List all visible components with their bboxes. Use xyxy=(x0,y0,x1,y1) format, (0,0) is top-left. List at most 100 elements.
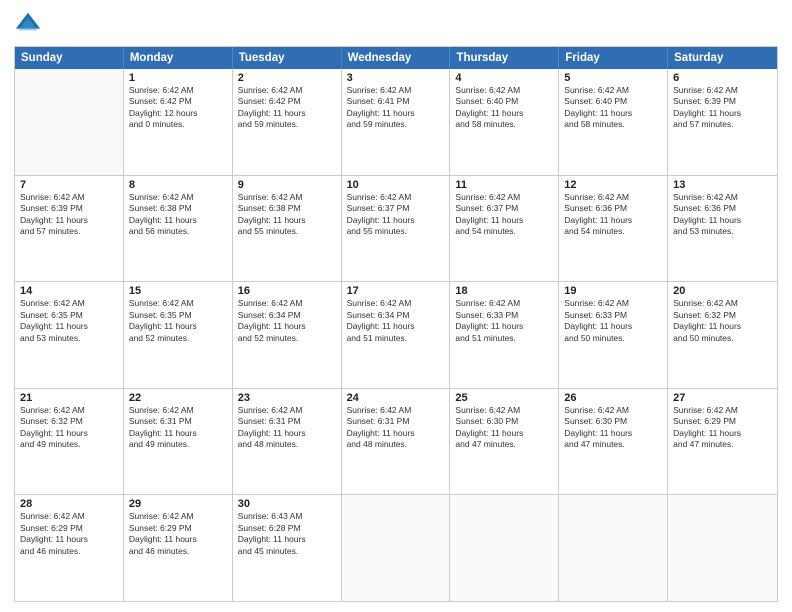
calendar-day-cell: 18Sunrise: 6:42 AM Sunset: 6:33 PM Dayli… xyxy=(450,282,559,388)
day-number: 16 xyxy=(238,285,336,297)
day-number: 26 xyxy=(564,392,662,404)
day-info: Sunrise: 6:42 AM Sunset: 6:40 PM Dayligh… xyxy=(564,85,662,131)
calendar-row: 1Sunrise: 6:42 AM Sunset: 6:42 PM Daylig… xyxy=(15,69,777,176)
day-number: 12 xyxy=(564,179,662,191)
day-number: 9 xyxy=(238,179,336,191)
day-info: Sunrise: 6:42 AM Sunset: 6:33 PM Dayligh… xyxy=(564,298,662,344)
day-info: Sunrise: 6:42 AM Sunset: 6:37 PM Dayligh… xyxy=(347,192,445,238)
calendar-empty-cell xyxy=(450,495,559,601)
calendar-day-cell: 27Sunrise: 6:42 AM Sunset: 6:29 PM Dayli… xyxy=(668,389,777,495)
day-number: 13 xyxy=(673,179,772,191)
day-info: Sunrise: 6:42 AM Sunset: 6:29 PM Dayligh… xyxy=(129,511,227,557)
day-number: 24 xyxy=(347,392,445,404)
calendar-day-cell: 6Sunrise: 6:42 AM Sunset: 6:39 PM Daylig… xyxy=(668,69,777,175)
day-info: Sunrise: 6:42 AM Sunset: 6:42 PM Dayligh… xyxy=(129,85,227,131)
day-number: 10 xyxy=(347,179,445,191)
calendar-day-cell: 23Sunrise: 6:42 AM Sunset: 6:31 PM Dayli… xyxy=(233,389,342,495)
day-number: 5 xyxy=(564,72,662,84)
day-info: Sunrise: 6:42 AM Sunset: 6:35 PM Dayligh… xyxy=(20,298,118,344)
calendar-day-cell: 12Sunrise: 6:42 AM Sunset: 6:36 PM Dayli… xyxy=(559,176,668,282)
calendar-day-cell: 26Sunrise: 6:42 AM Sunset: 6:30 PM Dayli… xyxy=(559,389,668,495)
day-info: Sunrise: 6:42 AM Sunset: 6:37 PM Dayligh… xyxy=(455,192,553,238)
calendar-header: SundayMondayTuesdayWednesdayThursdayFrid… xyxy=(15,47,777,69)
calendar-day-cell: 21Sunrise: 6:42 AM Sunset: 6:32 PM Dayli… xyxy=(15,389,124,495)
calendar-day-cell: 25Sunrise: 6:42 AM Sunset: 6:30 PM Dayli… xyxy=(450,389,559,495)
calendar-day-cell: 29Sunrise: 6:42 AM Sunset: 6:29 PM Dayli… xyxy=(124,495,233,601)
calendar-day-cell: 20Sunrise: 6:42 AM Sunset: 6:32 PM Dayli… xyxy=(668,282,777,388)
day-number: 22 xyxy=(129,392,227,404)
day-info: Sunrise: 6:42 AM Sunset: 6:36 PM Dayligh… xyxy=(673,192,772,238)
day-number: 23 xyxy=(238,392,336,404)
day-info: Sunrise: 6:42 AM Sunset: 6:39 PM Dayligh… xyxy=(20,192,118,238)
calendar-empty-cell xyxy=(668,495,777,601)
page: SundayMondayTuesdayWednesdayThursdayFrid… xyxy=(0,0,792,612)
day-info: Sunrise: 6:42 AM Sunset: 6:31 PM Dayligh… xyxy=(129,405,227,451)
day-number: 18 xyxy=(455,285,553,297)
calendar-empty-cell xyxy=(15,69,124,175)
calendar-day-cell: 9Sunrise: 6:42 AM Sunset: 6:38 PM Daylig… xyxy=(233,176,342,282)
calendar-day-cell: 13Sunrise: 6:42 AM Sunset: 6:36 PM Dayli… xyxy=(668,176,777,282)
calendar-day-cell: 2Sunrise: 6:42 AM Sunset: 6:42 PM Daylig… xyxy=(233,69,342,175)
day-info: Sunrise: 6:42 AM Sunset: 6:31 PM Dayligh… xyxy=(347,405,445,451)
day-number: 4 xyxy=(455,72,553,84)
calendar-day-cell: 30Sunrise: 6:43 AM Sunset: 6:28 PM Dayli… xyxy=(233,495,342,601)
day-info: Sunrise: 6:43 AM Sunset: 6:28 PM Dayligh… xyxy=(238,511,336,557)
day-info: Sunrise: 6:42 AM Sunset: 6:38 PM Dayligh… xyxy=(129,192,227,238)
day-info: Sunrise: 6:42 AM Sunset: 6:39 PM Dayligh… xyxy=(673,85,772,131)
calendar-header-cell: Wednesday xyxy=(342,47,451,69)
calendar-day-cell: 4Sunrise: 6:42 AM Sunset: 6:40 PM Daylig… xyxy=(450,69,559,175)
day-info: Sunrise: 6:42 AM Sunset: 6:32 PM Dayligh… xyxy=(20,405,118,451)
calendar-day-cell: 15Sunrise: 6:42 AM Sunset: 6:35 PM Dayli… xyxy=(124,282,233,388)
logo-icon xyxy=(14,10,42,38)
calendar-day-cell: 5Sunrise: 6:42 AM Sunset: 6:40 PM Daylig… xyxy=(559,69,668,175)
calendar-header-cell: Thursday xyxy=(450,47,559,69)
day-number: 8 xyxy=(129,179,227,191)
day-number: 27 xyxy=(673,392,772,404)
day-number: 19 xyxy=(564,285,662,297)
calendar-day-cell: 19Sunrise: 6:42 AM Sunset: 6:33 PM Dayli… xyxy=(559,282,668,388)
calendar-day-cell: 22Sunrise: 6:42 AM Sunset: 6:31 PM Dayli… xyxy=(124,389,233,495)
day-info: Sunrise: 6:42 AM Sunset: 6:34 PM Dayligh… xyxy=(238,298,336,344)
header xyxy=(14,10,778,38)
calendar-row: 14Sunrise: 6:42 AM Sunset: 6:35 PM Dayli… xyxy=(15,282,777,389)
day-info: Sunrise: 6:42 AM Sunset: 6:30 PM Dayligh… xyxy=(564,405,662,451)
calendar-day-cell: 17Sunrise: 6:42 AM Sunset: 6:34 PM Dayli… xyxy=(342,282,451,388)
day-number: 28 xyxy=(20,498,118,510)
day-number: 7 xyxy=(20,179,118,191)
calendar-header-cell: Sunday xyxy=(15,47,124,69)
calendar-row: 21Sunrise: 6:42 AM Sunset: 6:32 PM Dayli… xyxy=(15,389,777,496)
day-number: 29 xyxy=(129,498,227,510)
day-number: 11 xyxy=(455,179,553,191)
calendar-day-cell: 10Sunrise: 6:42 AM Sunset: 6:37 PM Dayli… xyxy=(342,176,451,282)
calendar: SundayMondayTuesdayWednesdayThursdayFrid… xyxy=(14,46,778,602)
day-number: 2 xyxy=(238,72,336,84)
calendar-empty-cell xyxy=(342,495,451,601)
calendar-day-cell: 8Sunrise: 6:42 AM Sunset: 6:38 PM Daylig… xyxy=(124,176,233,282)
calendar-header-cell: Tuesday xyxy=(233,47,342,69)
calendar-body: 1Sunrise: 6:42 AM Sunset: 6:42 PM Daylig… xyxy=(15,69,777,601)
day-number: 17 xyxy=(347,285,445,297)
calendar-day-cell: 1Sunrise: 6:42 AM Sunset: 6:42 PM Daylig… xyxy=(124,69,233,175)
day-info: Sunrise: 6:42 AM Sunset: 6:30 PM Dayligh… xyxy=(455,405,553,451)
day-info: Sunrise: 6:42 AM Sunset: 6:34 PM Dayligh… xyxy=(347,298,445,344)
calendar-empty-cell xyxy=(559,495,668,601)
calendar-header-cell: Saturday xyxy=(668,47,777,69)
day-info: Sunrise: 6:42 AM Sunset: 6:35 PM Dayligh… xyxy=(129,298,227,344)
calendar-row: 28Sunrise: 6:42 AM Sunset: 6:29 PM Dayli… xyxy=(15,495,777,601)
calendar-day-cell: 28Sunrise: 6:42 AM Sunset: 6:29 PM Dayli… xyxy=(15,495,124,601)
day-info: Sunrise: 6:42 AM Sunset: 6:29 PM Dayligh… xyxy=(673,405,772,451)
day-number: 21 xyxy=(20,392,118,404)
day-info: Sunrise: 6:42 AM Sunset: 6:41 PM Dayligh… xyxy=(347,85,445,131)
day-number: 30 xyxy=(238,498,336,510)
calendar-row: 7Sunrise: 6:42 AM Sunset: 6:39 PM Daylig… xyxy=(15,176,777,283)
day-info: Sunrise: 6:42 AM Sunset: 6:33 PM Dayligh… xyxy=(455,298,553,344)
day-number: 14 xyxy=(20,285,118,297)
logo xyxy=(14,10,46,38)
day-number: 20 xyxy=(673,285,772,297)
calendar-day-cell: 16Sunrise: 6:42 AM Sunset: 6:34 PM Dayli… xyxy=(233,282,342,388)
calendar-day-cell: 3Sunrise: 6:42 AM Sunset: 6:41 PM Daylig… xyxy=(342,69,451,175)
calendar-day-cell: 7Sunrise: 6:42 AM Sunset: 6:39 PM Daylig… xyxy=(15,176,124,282)
day-info: Sunrise: 6:42 AM Sunset: 6:29 PM Dayligh… xyxy=(20,511,118,557)
day-info: Sunrise: 6:42 AM Sunset: 6:38 PM Dayligh… xyxy=(238,192,336,238)
calendar-day-cell: 14Sunrise: 6:42 AM Sunset: 6:35 PM Dayli… xyxy=(15,282,124,388)
